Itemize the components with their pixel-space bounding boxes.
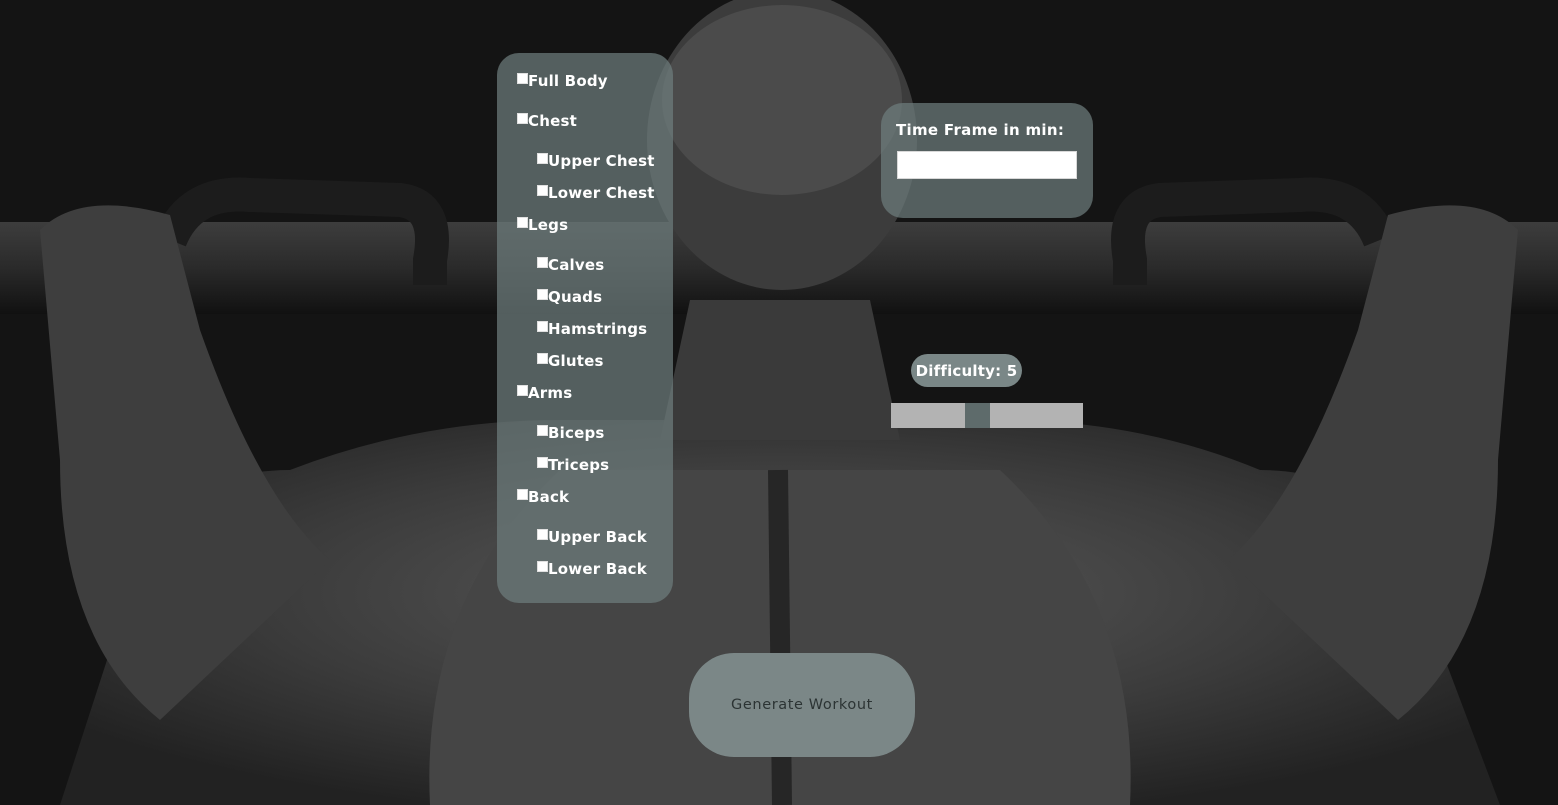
difficulty-slider[interactable]	[891, 403, 1083, 428]
checkbox-label: Hamstrings	[548, 320, 648, 338]
checkbox-hamstrings[interactable]: Hamstrings	[537, 320, 647, 338]
checkbox-icon[interactable]	[537, 288, 548, 300]
muscle-group-panel: Full Body Chest Upper Chest Lower Chest Legs…	[497, 53, 673, 603]
checkbox-label: Arms	[528, 384, 573, 402]
checkbox-label: Triceps	[548, 456, 610, 474]
checkbox-chest[interactable]: Chest	[517, 112, 577, 130]
checkbox-icon[interactable]	[537, 528, 548, 540]
checkbox-label: Lower Back	[548, 560, 647, 578]
checkbox-label: Quads	[548, 288, 603, 306]
checkbox-icon[interactable]	[537, 560, 548, 572]
checkbox-lower-back[interactable]: Lower Back	[537, 560, 647, 578]
checkbox-label: Back	[528, 488, 570, 506]
checkbox-label: Full Body	[528, 72, 608, 90]
checkbox-lower-chest[interactable]: Lower Chest	[537, 184, 655, 202]
checkbox-icon[interactable]	[517, 72, 528, 84]
checkbox-icon[interactable]	[537, 256, 548, 268]
checkbox-icon[interactable]	[537, 320, 548, 332]
time-frame-panel: Time Frame in min:	[881, 103, 1093, 218]
checkbox-calves[interactable]: Calves	[537, 256, 604, 274]
slider-thumb[interactable]	[965, 403, 990, 428]
checkbox-icon[interactable]	[517, 112, 528, 124]
checkbox-legs[interactable]: Legs	[517, 216, 568, 234]
time-frame-input[interactable]	[897, 151, 1077, 179]
checkbox-icon[interactable]	[517, 488, 528, 500]
checkbox-label: Legs	[528, 216, 569, 234]
checkbox-triceps[interactable]: Triceps	[537, 456, 609, 474]
checkbox-icon[interactable]	[537, 152, 548, 164]
checkbox-label: Lower Chest	[548, 184, 655, 202]
generate-workout-button[interactable]: Generate Workout	[689, 653, 915, 757]
time-frame-label: Time Frame in min:	[896, 121, 1065, 139]
checkbox-label: Biceps	[548, 424, 605, 442]
checkbox-label: Calves	[548, 256, 605, 274]
checkbox-upper-back[interactable]: Upper Back	[537, 528, 647, 546]
checkbox-glutes[interactable]: Glutes	[537, 352, 604, 370]
checkbox-icon[interactable]	[537, 424, 548, 436]
checkbox-label: Chest	[528, 112, 577, 130]
checkbox-arms[interactable]: Arms	[517, 384, 572, 402]
checkbox-icon[interactable]	[537, 184, 548, 196]
checkbox-back[interactable]: Back	[517, 488, 569, 506]
checkbox-upper-chest[interactable]: Upper Chest	[537, 152, 655, 170]
checkbox-full-body[interactable]: Full Body	[517, 72, 608, 90]
difficulty-label: Difficulty: 5	[911, 354, 1022, 387]
checkbox-icon[interactable]	[537, 352, 548, 364]
checkbox-quads[interactable]: Quads	[537, 288, 602, 306]
checkbox-icon[interactable]	[517, 384, 528, 396]
checkbox-biceps[interactable]: Biceps	[537, 424, 605, 442]
checkbox-label: Upper Chest	[548, 152, 655, 170]
checkbox-label: Upper Back	[548, 528, 647, 546]
checkbox-icon[interactable]	[517, 216, 528, 228]
checkbox-icon[interactable]	[537, 456, 548, 468]
checkbox-label: Glutes	[548, 352, 604, 370]
